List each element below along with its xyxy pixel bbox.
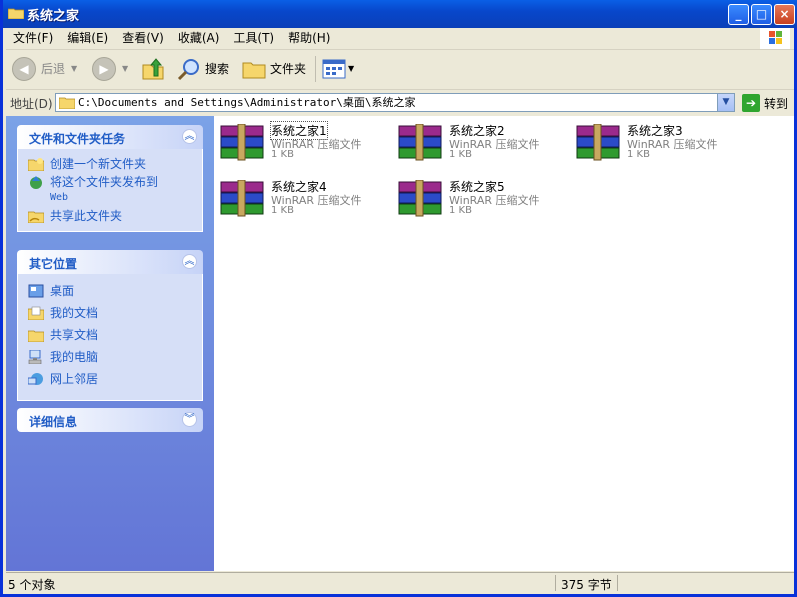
tasks-panel: 文件和文件夹任务 ︽ 创建一个新文件夹 将这个文件夹发布到 Web 共享此文件夹 — [17, 125, 203, 232]
go-button[interactable]: 转到 — [764, 95, 788, 112]
publish-web-icon — [30, 176, 42, 189]
status-bar: 5 个对象 375 字节 — [6, 572, 794, 593]
windows-logo-icon — [760, 28, 790, 49]
winrar-archive-icon — [398, 180, 442, 217]
places-panel-header[interactable]: 其它位置 ︽ — [17, 250, 203, 274]
winrar-archive-icon — [220, 180, 264, 217]
back-arrow-icon: ◀ — [12, 57, 36, 81]
dropdown-arrow-icon: ▼ — [348, 64, 355, 73]
menu-file[interactable]: 文件(F) — [6, 28, 60, 48]
details-panel-header[interactable]: 详细信息 ︾ — [17, 408, 203, 432]
my-computer-icon — [28, 350, 42, 364]
toolbar: ◀ 后退 ▼ ▶ ▼ 搜索 文件夹 ▼ — [6, 50, 794, 90]
views-icon — [322, 59, 346, 79]
up-folder-icon — [142, 58, 164, 80]
file-list: 系统之家1 WinRAR 压缩文件 1 KB 系统之家2 WinRAR 压缩文件… — [214, 116, 794, 571]
menu-help[interactable]: 帮助(H) — [281, 28, 337, 48]
file-item[interactable]: 系统之家1 WinRAR 压缩文件 1 KB — [214, 116, 384, 164]
desktop-icon — [28, 284, 44, 298]
share-folder-icon — [28, 211, 44, 223]
collapse-chevron-icon[interactable]: ︽ — [182, 254, 197, 269]
file-size: 1 KB — [449, 149, 472, 160]
maximize-button[interactable]: □ — [751, 4, 772, 25]
status-divider — [555, 575, 556, 591]
details-panel: 详细信息 ︾ — [17, 408, 203, 432]
search-icon — [177, 59, 199, 81]
shared-documents-icon — [28, 330, 44, 342]
winrar-archive-icon — [576, 124, 620, 161]
window-title: 系统之家 — [27, 9, 80, 24]
status-object-count: 5 个对象 — [8, 578, 56, 592]
task-publish-web[interactable]: 将这个文件夹发布到 Web — [18, 173, 202, 207]
close-button[interactable]: × — [774, 4, 795, 25]
file-item[interactable]: 系统之家2 WinRAR 压缩文件 1 KB — [392, 116, 562, 164]
minimize-button[interactable]: _ — [728, 4, 749, 25]
winrar-archive-icon — [220, 124, 264, 161]
folder-icon — [59, 97, 75, 109]
my-documents-icon — [28, 306, 44, 320]
collapse-chevron-icon[interactable]: ︽ — [182, 129, 197, 144]
menu-tools[interactable]: 工具(T) — [226, 28, 281, 48]
status-divider — [617, 575, 618, 591]
places-panel-body: 桌面 我的文档 共享文档 我的电脑 网上邻居 — [17, 274, 203, 401]
folder-icon — [242, 62, 266, 79]
place-desktop[interactable]: 桌面 — [18, 280, 202, 300]
status-byte-count: 375 字节 — [561, 578, 612, 592]
place-network[interactable]: 网上邻居 — [18, 366, 202, 388]
file-size: 1 KB — [627, 149, 650, 160]
toolbar-divider — [315, 56, 316, 82]
file-item[interactable]: 系统之家5 WinRAR 压缩文件 1 KB — [392, 172, 562, 220]
menu-favorites[interactable]: 收藏(A) — [171, 28, 227, 48]
place-my-documents[interactable]: 我的文档 — [18, 300, 202, 322]
back-button[interactable]: ◀ 后退 ▼ — [12, 56, 77, 82]
address-input[interactable]: C:\Documents and Settings\Administrator\… — [55, 93, 735, 112]
task-pane: 文件和文件夹任务 ︽ 创建一个新文件夹 将这个文件夹发布到Web 共享此文件夹 — [6, 116, 214, 571]
explorer-window: 系统之家 _ □ × 文件(F) 编辑(E) 查看(V) 收藏(A) 工具(T) 帮助(H… — [0, 0, 797, 597]
up-folder-button[interactable] — [141, 56, 165, 82]
views-button[interactable]: ▼ — [322, 56, 354, 82]
file-size: 1 KB — [271, 205, 294, 216]
winrar-archive-icon — [398, 124, 442, 161]
file-item[interactable]: 系统之家4 WinRAR 压缩文件 1 KB — [214, 172, 384, 220]
title-bar[interactable]: 系统之家 _ □ × — [3, 0, 797, 28]
menu-bar: 文件(F) 编辑(E) 查看(V) 收藏(A) 工具(T) 帮助(H) — [6, 28, 794, 50]
dropdown-arrow-icon: ▼ — [122, 64, 129, 73]
tasks-panel-header[interactable]: 文件和文件夹任务 ︽ — [17, 125, 203, 149]
expand-chevron-icon[interactable]: ︾ — [182, 412, 197, 427]
folders-button[interactable]: 文件夹 — [242, 56, 306, 82]
new-folder-icon — [28, 158, 44, 171]
menu-edit[interactable]: 编辑(E) — [60, 28, 115, 48]
task-share-folder[interactable]: 共享此文件夹 — [18, 207, 202, 225]
file-item[interactable]: 系统之家3 WinRAR 压缩文件 1 KB — [570, 116, 740, 164]
place-shared-documents[interactable]: 共享文档 — [18, 322, 202, 344]
forward-arrow-icon: ▶ — [92, 57, 116, 81]
address-dropdown-button[interactable]: ▼ — [717, 94, 734, 111]
place-my-computer[interactable]: 我的电脑 — [18, 344, 202, 366]
file-size: 1 KB — [271, 149, 294, 160]
folder-icon — [8, 8, 24, 19]
address-bar: 地址(D) C:\Documents and Settings\Administ… — [6, 90, 794, 115]
address-label: 地址(D) — [10, 97, 53, 111]
search-button[interactable]: 搜索 — [177, 56, 229, 82]
menu-view[interactable]: 查看(V) — [115, 28, 171, 48]
tasks-panel-body: 创建一个新文件夹 将这个文件夹发布到 Web 共享此文件夹 — [17, 149, 203, 232]
places-panel: 其它位置 ︽ 桌面 我的文档 共享文档 我的电脑 网上邻居 — [17, 250, 203, 401]
file-size: 1 KB — [449, 205, 472, 216]
address-value: C:\Documents and Settings\Administrator\… — [78, 96, 416, 109]
go-arrow-icon[interactable]: ➔ — [742, 94, 760, 112]
task-new-folder[interactable]: 创建一个新文件夹 — [18, 155, 202, 173]
forward-button[interactable]: ▶ ▼ — [92, 56, 128, 82]
dropdown-arrow-icon: ▼ — [71, 64, 78, 73]
network-icon — [28, 373, 43, 385]
